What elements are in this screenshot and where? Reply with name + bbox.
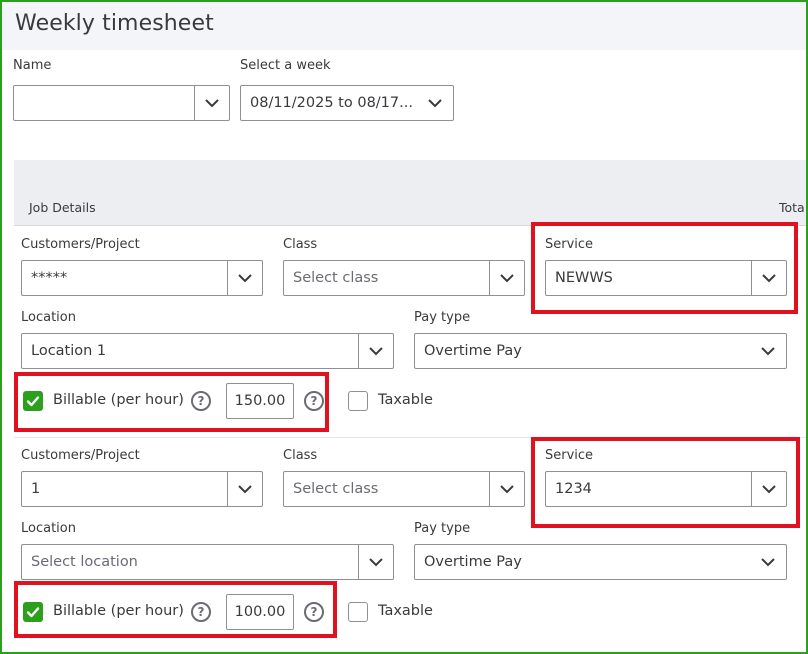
name-combobox[interactable] <box>13 85 230 121</box>
location-label: Location <box>21 521 76 536</box>
taxable-checkbox[interactable] <box>348 602 368 622</box>
week-select[interactable]: 08/11/2025 to 08/17... <box>240 85 454 121</box>
chevron-down-icon[interactable] <box>368 343 384 359</box>
class-label: Class <box>283 237 318 252</box>
total-header: Tota <box>779 200 805 215</box>
location-value: Location 1 <box>31 343 107 359</box>
customers-project-combobox[interactable]: ***** <box>21 260 263 296</box>
job-details-header: Job Details <box>29 200 96 215</box>
chevron-down-icon <box>761 558 775 567</box>
class-placeholder: Select class <box>293 270 379 286</box>
customers-project-label: Customers/Project <box>21 448 140 463</box>
page-header: Weekly timesheet <box>2 2 806 50</box>
pay-type-label: Pay type <box>414 521 471 536</box>
combo-divider <box>489 261 490 295</box>
class-combobox[interactable]: Select class <box>283 471 525 507</box>
chevron-down-icon[interactable] <box>204 95 220 111</box>
customers-project-label: Customers/Project <box>21 237 140 252</box>
chevron-down-icon[interactable] <box>499 270 515 286</box>
location-combobox[interactable]: Location 1 <box>21 333 394 369</box>
billable-highlight-box <box>14 581 337 638</box>
chevron-down-icon <box>428 99 442 108</box>
location-combobox[interactable]: Select location <box>21 544 394 580</box>
location-label: Location <box>21 310 76 325</box>
table-header: Job Details Tota <box>14 160 806 226</box>
taxable-label: Taxable <box>378 392 433 408</box>
taxable-label: Taxable <box>378 603 433 619</box>
combo-divider <box>358 334 359 368</box>
class-combobox[interactable]: Select class <box>283 260 525 296</box>
service-highlight-box <box>531 222 798 314</box>
pay-type-select[interactable]: Overtime Pay <box>414 333 787 369</box>
page-title: Weekly timesheet <box>15 11 214 36</box>
billable-highlight-box <box>14 372 329 432</box>
taxable-checkbox[interactable] <box>348 391 368 411</box>
week-value: 08/11/2025 to 08/17... <box>250 95 413 111</box>
combo-divider <box>194 86 195 120</box>
pay-type-label: Pay type <box>414 310 471 325</box>
combo-divider <box>358 545 359 579</box>
service-highlight-box <box>531 437 800 528</box>
customers-project-value: ***** <box>31 270 68 286</box>
class-label: Class <box>283 448 318 463</box>
chevron-down-icon <box>761 347 775 356</box>
week-label: Select a week <box>240 58 331 73</box>
pay-type-select[interactable]: Overtime Pay <box>414 544 787 580</box>
combo-divider <box>227 472 228 506</box>
combo-divider <box>489 472 490 506</box>
chevron-down-icon[interactable] <box>237 270 253 286</box>
chevron-down-icon[interactable] <box>237 481 253 497</box>
combo-divider <box>227 261 228 295</box>
chevron-down-icon[interactable] <box>368 554 384 570</box>
chevron-down-icon[interactable] <box>499 481 515 497</box>
pay-type-value: Overtime Pay <box>424 343 522 359</box>
name-label: Name <box>13 58 52 73</box>
customers-project-combobox[interactable]: 1 <box>21 471 263 507</box>
customers-project-value: 1 <box>31 481 41 497</box>
pay-type-value: Overtime Pay <box>424 554 522 570</box>
location-placeholder: Select location <box>31 554 138 570</box>
class-placeholder: Select class <box>293 481 379 497</box>
